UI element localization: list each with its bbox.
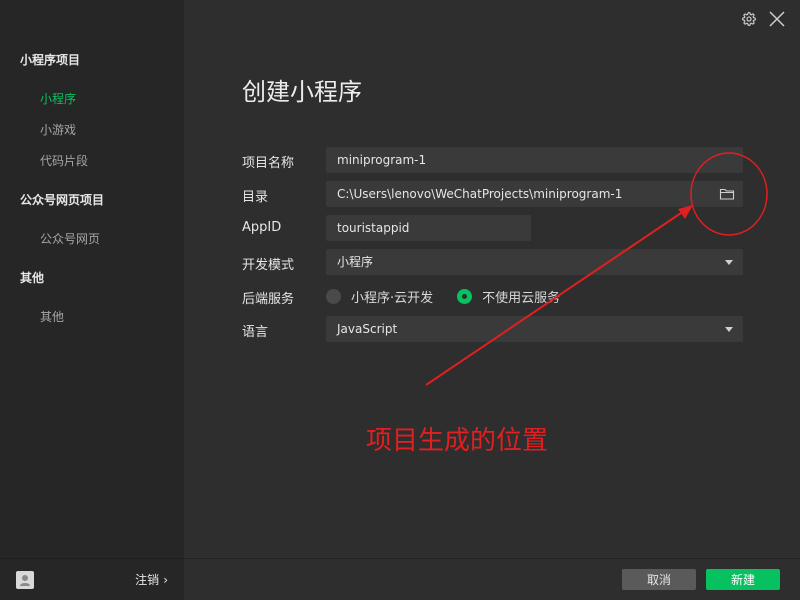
close-icon[interactable]	[768, 10, 786, 28]
main-footer: 取消 新建	[184, 558, 800, 600]
sidebar-group-official-account-web: 公众号网页项目	[20, 193, 105, 207]
directory-label: 目录	[242, 190, 269, 205]
appid-input[interactable]: touristappid	[326, 215, 531, 241]
language-value: JavaScript	[337, 322, 398, 336]
page-title: 创建小程序	[242, 78, 362, 106]
sidebar: 小程序项目 小程序 小游戏 代码片段 公众号网页项目 公众号网页 其他 其他 注…	[0, 0, 184, 600]
radio-no-cloud[interactable]: 不使用云服务	[457, 287, 560, 306]
create-button[interactable]: 新建	[706, 569, 780, 590]
create-miniprogram-window: 小程序项目 小程序 小游戏 代码片段 公众号网页项目 公众号网页 其他 其他 注…	[0, 0, 800, 600]
project-name-label: 项目名称	[242, 156, 295, 171]
chevron-right-icon: ›	[163, 573, 168, 587]
cancel-button[interactable]: 取消	[622, 569, 696, 590]
backend-service-label: 后端服务	[242, 292, 295, 307]
directory-input[interactable]: C:\Users\lenovo\WeChatProjects\miniprogr…	[326, 181, 743, 207]
sidebar-group-miniprogram-project: 小程序项目	[20, 53, 81, 67]
dev-mode-select[interactable]: 小程序	[326, 249, 743, 275]
annotation-arrow-head	[678, 205, 693, 219]
backend-service-radio-group: 小程序·云开发 不使用云服务	[326, 287, 560, 306]
logout-link[interactable]: 注销 ›	[135, 571, 168, 588]
logout-label: 注销	[135, 573, 160, 587]
language-select[interactable]: JavaScript	[326, 316, 743, 342]
radio-checked-icon	[457, 289, 473, 304]
annotation-text: 项目生成的位置	[366, 426, 549, 456]
main-panel: 创建小程序 项目名称 miniprogram-1 目录 C:\Users\len…	[184, 0, 800, 600]
language-label: 语言	[242, 325, 269, 340]
dev-mode-label: 开发模式	[242, 258, 295, 273]
user-icon	[20, 575, 30, 586]
caret-down-icon	[725, 260, 733, 265]
window-controls	[740, 10, 786, 28]
radio-no-cloud-label: 不使用云服务	[482, 291, 561, 306]
radio-cloud-dev[interactable]: 小程序·云开发	[326, 287, 433, 306]
sidebar-footer: 注销 ›	[0, 558, 184, 600]
radio-cloud-dev-label: 小程序·云开发	[351, 291, 434, 306]
appid-label: AppID	[242, 220, 282, 235]
sidebar-item-minigame[interactable]: 小游戏	[40, 121, 76, 138]
sidebar-item-other[interactable]: 其他	[40, 308, 64, 325]
sidebar-item-official-account-web[interactable]: 公众号网页	[40, 230, 100, 247]
caret-down-icon	[725, 327, 733, 332]
gear-icon[interactable]	[740, 10, 758, 28]
directory-value: C:\Users\lenovo\WeChatProjects\miniprogr…	[337, 187, 623, 201]
sidebar-group-other: 其他	[20, 271, 45, 285]
avatar[interactable]	[16, 571, 34, 589]
sidebar-item-code-snippet[interactable]: 代码片段	[40, 152, 88, 169]
sidebar-item-miniprogram[interactable]: 小程序	[40, 90, 76, 107]
folder-icon[interactable]	[719, 185, 737, 203]
project-name-input[interactable]: miniprogram-1	[326, 147, 743, 173]
radio-unchecked-icon	[326, 289, 341, 304]
dev-mode-value: 小程序	[337, 255, 374, 269]
